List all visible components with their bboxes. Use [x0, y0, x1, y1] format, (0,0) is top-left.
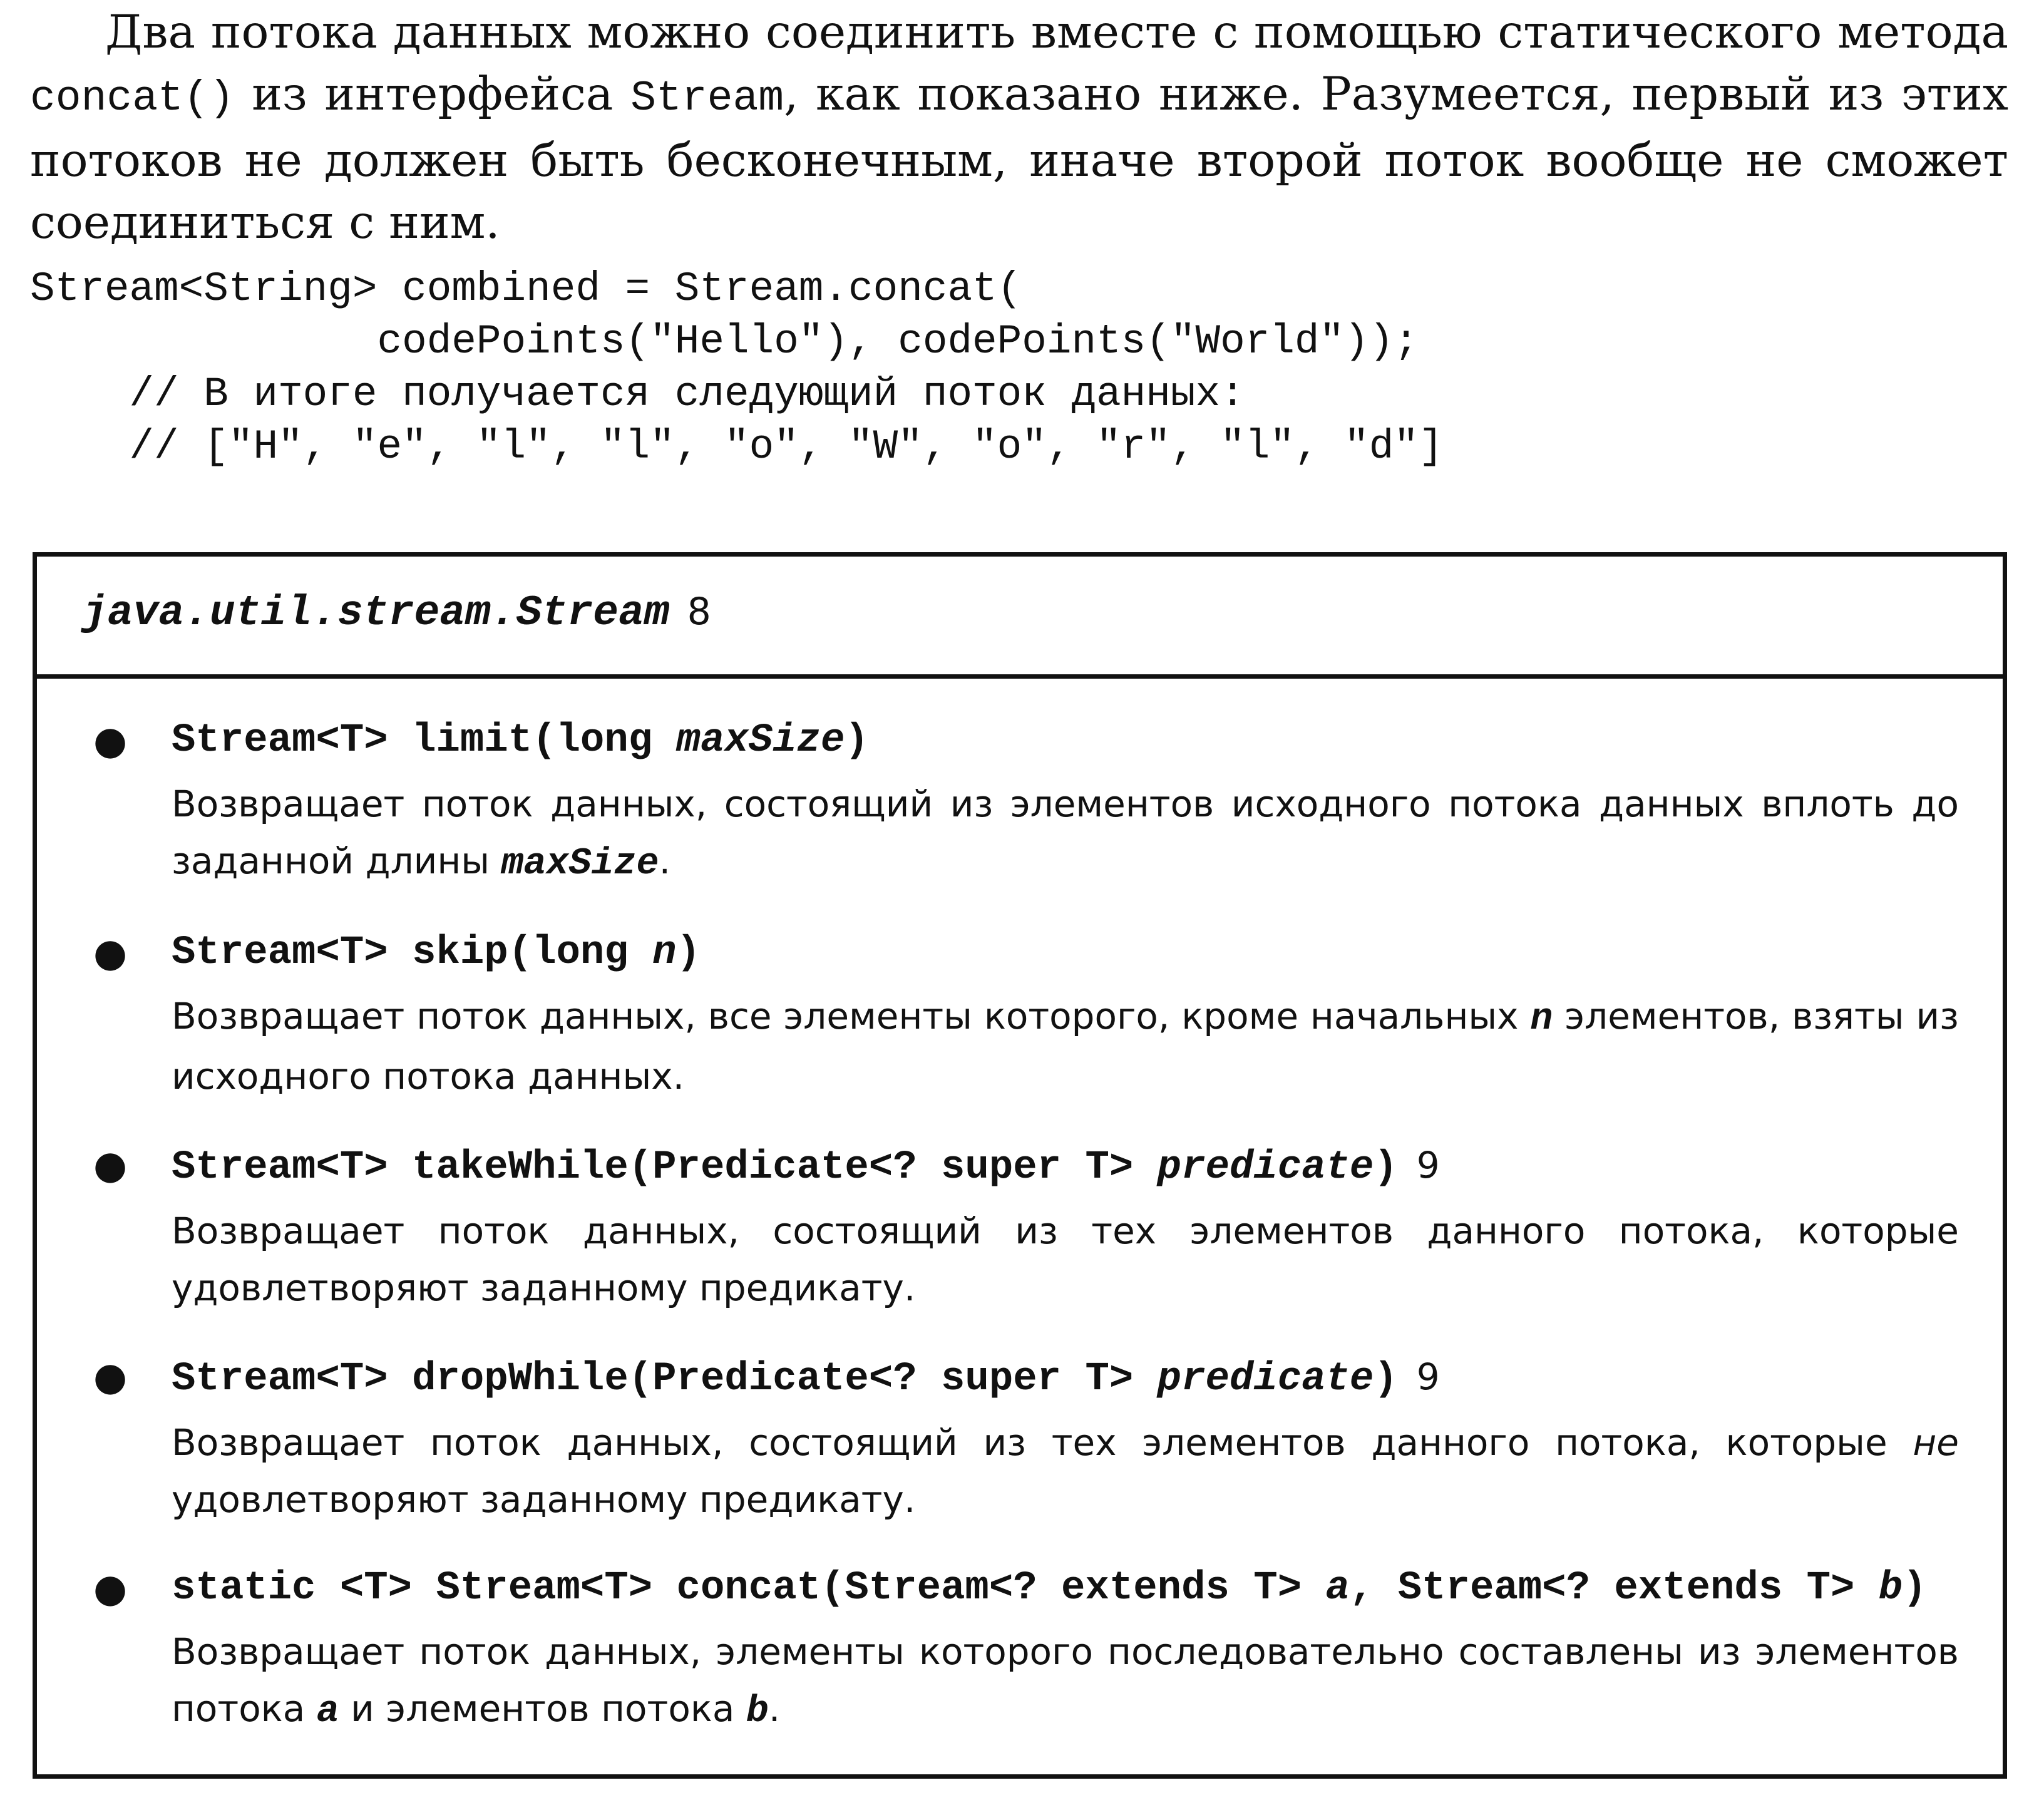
description-param: maxSize	[501, 843, 659, 885]
signature-text: , Stream<? extends T>	[1349, 1566, 1879, 1611]
signature-text: Stream<T> dropWhile(Predicate<? super T>	[172, 1357, 1158, 1402]
description-emphasis: не	[1913, 1421, 1959, 1464]
method-signature: Stream<T> dropWhile(Predicate<? super T>…	[172, 1349, 1959, 1407]
bullet-icon: ●	[93, 1354, 128, 1399]
signature-text: Stream<T> skip(long	[172, 930, 653, 975]
signature-param: n	[652, 930, 677, 975]
method-signature: Stream<T> takeWhile(Predicate<? super T>…	[172, 1138, 1959, 1195]
book-page: Два потока данных можно соединить вместе…	[0, 0, 2044, 1810]
description-text: и элементов потока	[339, 1687, 746, 1730]
description-text: Возвращает поток данных, состоящий из те…	[172, 1210, 1959, 1309]
inline-code-concat: concat()	[30, 75, 235, 123]
method-description: Возвращает поток данных, все элементы ко…	[172, 988, 1959, 1105]
code-line: Stream<String> combined = Stream.concat(	[30, 265, 1022, 312]
signature-text: static <T> Stream<T> concat(Stream<? ext…	[172, 1566, 1326, 1611]
code-comment-line: // В итоге получается следующий поток да…	[30, 371, 1245, 418]
method-signature: Stream<T> skip(long n)	[172, 925, 1959, 980]
signature-text: )	[1374, 1357, 1398, 1402]
api-method-list: ● Stream<T> limit(long maxSize) Возвраща…	[37, 679, 2003, 1741]
description-param: n	[1530, 998, 1553, 1041]
signature-param: a	[1325, 1566, 1350, 1611]
api-class-name: java.util.stream.Stream	[82, 589, 670, 637]
method-signature: static <T> Stream<T> concat(Stream<? ext…	[172, 1561, 1959, 1616]
api-entry-concat: ● static <T> Stream<T> concat(Stream<? e…	[37, 1561, 2003, 1741]
description-text: .	[659, 840, 670, 882]
signature-text: )	[1903, 1566, 1927, 1611]
signature-param: maxSize	[676, 718, 845, 763]
description-text: Возвращает поток данных, состоящий из те…	[172, 1421, 1913, 1464]
description-text: удовлетворяют заданному предикату.	[172, 1478, 916, 1521]
description-text: .	[768, 1687, 781, 1730]
method-description: Возвращает поток данных, состоящий из эл…	[172, 776, 1959, 893]
bullet-icon: ●	[93, 1565, 128, 1611]
bullet-icon: ●	[93, 930, 128, 975]
bullet-icon: ●	[93, 1142, 128, 1188]
inline-code-stream: Stream	[630, 75, 784, 123]
api-version: 8	[687, 590, 711, 634]
method-description: Возвращает поток данных, состоящий из те…	[172, 1203, 1959, 1317]
api-box-title: java.util.stream.Stream 8	[82, 589, 711, 637]
signature-param: b	[1878, 1566, 1903, 1611]
signature-text: Stream<T> takeWhile(Predicate<? super T>	[172, 1145, 1158, 1190]
signature-version: 9	[1416, 1355, 1440, 1398]
description-param: a	[316, 1690, 339, 1733]
api-box-header: java.util.stream.Stream 8	[37, 557, 2003, 679]
signature-text: )	[1374, 1145, 1398, 1190]
paragraph-text-2: из интерфейса	[234, 68, 631, 121]
code-comment-line: // ["H", "e", "l", "l", "o", "W", "o", "…	[30, 423, 1444, 470]
method-description: Возвращает поток данных, элементы которо…	[172, 1623, 1959, 1741]
code-listing: Stream<String> combined = Stream.concat(…	[30, 263, 2008, 473]
signature-param: predicate	[1157, 1145, 1374, 1190]
description-param: b	[746, 1690, 769, 1733]
description-text: Возвращает поток данных, состоящий из эл…	[172, 783, 1959, 882]
api-entry-limit: ● Stream<T> limit(long maxSize) Возвраща…	[37, 713, 2003, 893]
bullet-icon: ●	[93, 717, 128, 763]
api-entry-takewhile: ● Stream<T> takeWhile(Predicate<? super …	[37, 1138, 2003, 1317]
signature-param: predicate	[1157, 1357, 1374, 1402]
api-entry-dropwhile: ● Stream<T> dropWhile(Predicate<? super …	[37, 1349, 2003, 1528]
description-text: Возвращает поток данных, все элементы ко…	[172, 995, 1531, 1037]
code-line: codePoints("Hello"), codePoints("World")…	[30, 318, 1419, 365]
api-reference-box: java.util.stream.Stream 8 ● Stream<T> lim…	[33, 552, 2007, 1779]
intro-paragraph: Два потока данных можно соединить вместе…	[30, 1, 2008, 254]
signature-text: )	[845, 718, 869, 763]
paragraph-text-1: Два потока данных можно соединить вместе…	[105, 6, 2008, 59]
method-signature: Stream<T> limit(long maxSize)	[172, 713, 1959, 768]
method-description: Возвращает поток данных, состоящий из те…	[172, 1414, 1959, 1528]
api-entry-skip: ● Stream<T> skip(long n) Возвращает пото…	[37, 925, 2003, 1105]
signature-text: Stream<T> limit(long	[172, 718, 677, 763]
signature-version: 9	[1416, 1144, 1440, 1186]
signature-text: )	[676, 930, 701, 975]
